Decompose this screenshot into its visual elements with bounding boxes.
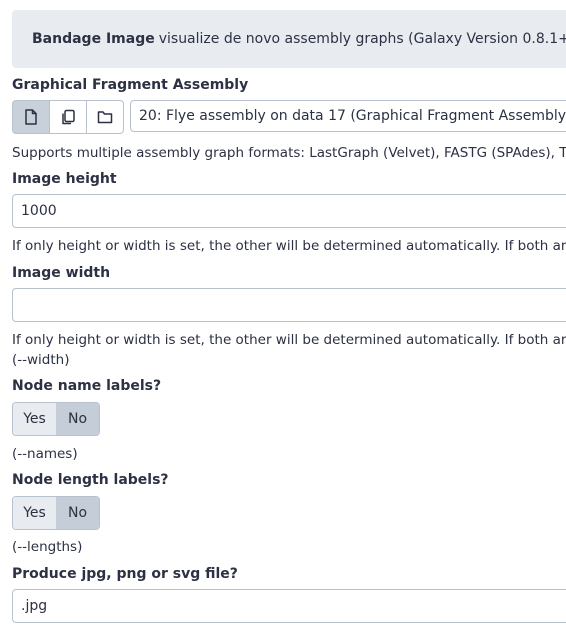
gfa-selected-value: 20: Flye assembly on data 17 (Graphical … [139, 108, 566, 124]
node-name-labels-flag: (--names) [12, 446, 78, 462]
multiple-datasets-button[interactable] [50, 100, 87, 134]
node-length-labels-flag: (--lengths) [12, 539, 83, 555]
image-height-help-text: If only height or width is set, the othe… [12, 238, 566, 254]
image-width-help-text: If only height or width is set, the othe… [12, 332, 566, 348]
node-length-labels-toggle: Yes No [12, 496, 100, 530]
image-height-input[interactable]: 1000 [12, 194, 566, 228]
file-icon [25, 109, 37, 125]
node-name-labels-label: Node name labels? [12, 378, 162, 394]
image-width-input[interactable] [12, 288, 566, 322]
node-name-labels-toggle: Yes No [12, 402, 100, 436]
gfa-dataset-select[interactable]: 20: Flye assembly on data 17 (Graphical … [130, 100, 566, 132]
node-name-labels-no[interactable]: No [56, 403, 99, 435]
node-length-labels-no[interactable]: No [56, 497, 99, 529]
image-height-label: Image height [12, 171, 117, 187]
node-length-labels-yes[interactable]: Yes [13, 497, 56, 529]
gfa-help-text: Supports multiple assembly graph formats… [12, 145, 566, 161]
output-format-select[interactable]: .jpg [12, 589, 566, 623]
single-dataset-button[interactable] [12, 100, 50, 134]
gfa-label: Graphical Fragment Assembly [12, 77, 249, 93]
tool-header: Bandage Image visualize de novo assembly… [12, 10, 566, 68]
node-length-labels-label: Node length labels? [12, 472, 169, 488]
dataset-source-buttons [12, 100, 124, 134]
image-width-flag: (--width) [12, 352, 70, 368]
node-name-labels-yes[interactable]: Yes [13, 403, 56, 435]
folder-icon [97, 111, 113, 124]
image-width-label: Image width [12, 265, 111, 281]
copy-icon [62, 109, 75, 125]
tool-name: Bandage Image [32, 31, 155, 47]
output-format-value: .jpg [21, 598, 48, 614]
tool-description: visualize de novo assembly graphs (Galax… [158, 31, 566, 47]
image-height-value: 1000 [21, 203, 57, 219]
output-format-label: Produce jpg, png or svg file? [12, 566, 238, 582]
dataset-collection-button[interactable] [87, 100, 124, 134]
